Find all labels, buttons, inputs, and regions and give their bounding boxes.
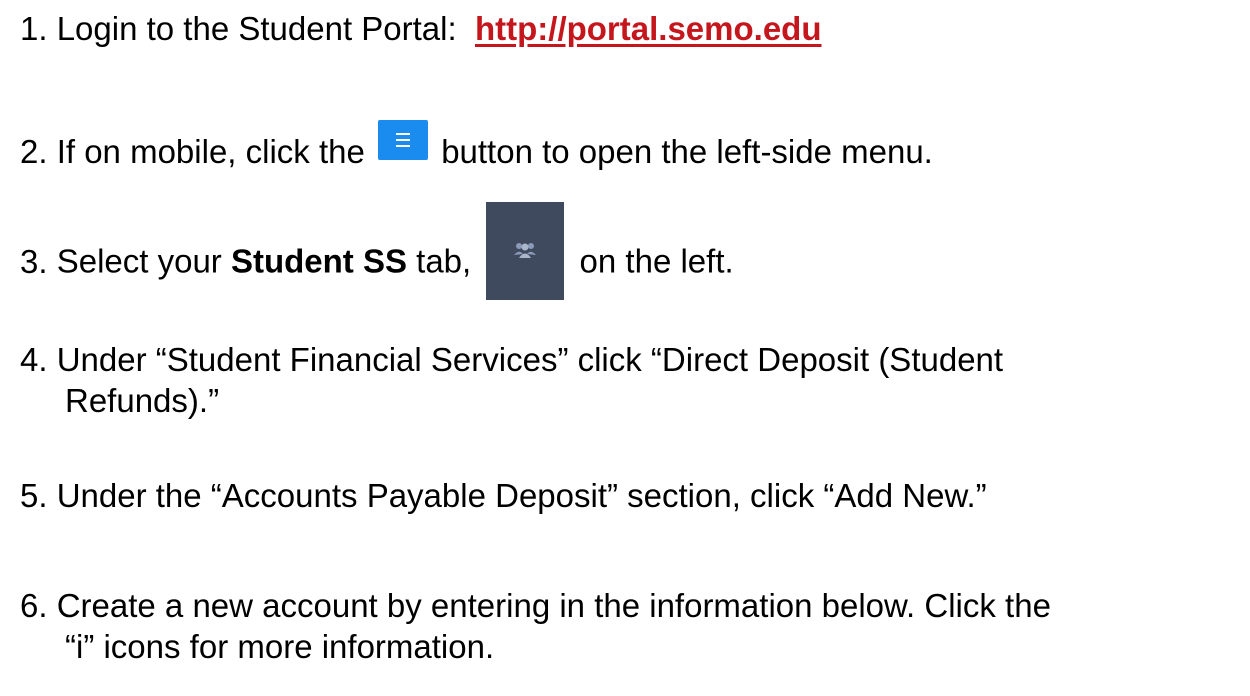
step-text-before: Select your <box>56 242 222 280</box>
step-text: Login to the Student Portal: <box>56 10 457 47</box>
step-text-line2: “i” icons for more information. <box>65 628 495 666</box>
step-text: Under the “Accounts Payable Deposit” sec… <box>56 477 987 514</box>
step-text-middle: tab, <box>416 242 472 280</box>
step-4: 4. Under “Student Financial Services” cl… <box>20 339 1240 422</box>
step-5: 5. Under the “Accounts Payable Deposit” … <box>20 475 1240 516</box>
step-text-after: on the left. <box>579 242 734 280</box>
portal-link[interactable]: http://portal.semo.edu <box>475 10 822 47</box>
step-number: 1. <box>20 10 48 47</box>
step-text-after: button to open the left-side menu. <box>441 133 933 170</box>
step-number: 3. <box>20 242 48 280</box>
step-3: 3. Select your Student SS tab, on the le… <box>20 202 1240 300</box>
users-group-icon <box>486 202 565 300</box>
step-2: 2. If on mobile, click the button to ope… <box>20 120 1240 172</box>
step-number: 6. <box>20 587 48 624</box>
step-text-line1: Under “Student Financial Services” click… <box>56 341 1004 378</box>
step-1: 1. Login to the Student Portal: http://p… <box>20 8 1240 49</box>
step-6: 6. Create a new account by entering in t… <box>20 585 1240 668</box>
step-number: 5. <box>20 477 48 514</box>
step-number: 4. <box>20 341 48 378</box>
step-text-before: If on mobile, click the <box>56 133 365 170</box>
step-number: 2. <box>20 133 48 170</box>
hamburger-menu-icon <box>378 120 429 160</box>
step-text-line1: Create a new account by entering in the … <box>56 587 1051 624</box>
student-ss-label: Student SS <box>230 242 407 280</box>
step-text-line2: Refunds).” <box>65 382 220 420</box>
